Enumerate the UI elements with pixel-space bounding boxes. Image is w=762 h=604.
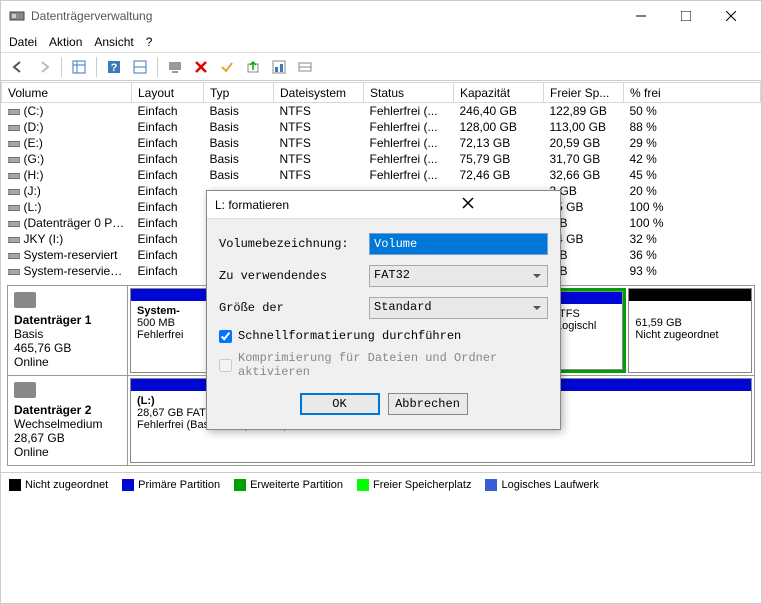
volume-label-input[interactable] [369, 233, 548, 255]
legend-free: Freier Speicherplatz [373, 479, 471, 491]
computer-icon[interactable] [164, 56, 186, 78]
filesystem-select[interactable]: FAT32 [369, 265, 548, 287]
col-header[interactable]: Layout [132, 83, 204, 103]
col-header[interactable]: Status [364, 83, 454, 103]
dialog-close-button[interactable] [384, 197, 553, 212]
forward-button[interactable] [33, 56, 55, 78]
legend-logical: Logisches Laufwerk [501, 479, 598, 491]
menu-action[interactable]: Aktion [49, 35, 82, 49]
disk-info: Datenträger 1Basis465,76 GBOnline [8, 286, 128, 375]
legend: Nicht zugeordnet Primäre Partition Erwei… [1, 472, 761, 497]
minimize-button[interactable] [618, 2, 663, 30]
delete-icon[interactable] [190, 56, 212, 78]
quick-format-label: Schnellformatierung durchführen [238, 329, 461, 343]
legend-extended: Erweiterte Partition [250, 479, 343, 491]
col-header[interactable]: Typ [204, 83, 274, 103]
volume-row[interactable]: (G:)EinfachBasisNTFSFehlerfrei (...75,79… [2, 151, 761, 167]
menubar: Datei Aktion Ansicht ? [1, 31, 761, 53]
disk-icon [14, 292, 36, 308]
back-button[interactable] [7, 56, 29, 78]
menu-file[interactable]: Datei [9, 35, 37, 49]
view-list-icon[interactable] [68, 56, 90, 78]
app-icon [9, 8, 25, 24]
col-header[interactable]: % frei [624, 83, 761, 103]
volume-row[interactable]: (C:)EinfachBasisNTFSFehlerfrei (...246,4… [2, 103, 761, 120]
col-header[interactable]: Dateisystem [274, 83, 364, 103]
action2-icon[interactable] [268, 56, 290, 78]
col-header[interactable]: Kapazität [454, 83, 544, 103]
alloc-label: Größe der [219, 301, 369, 315]
compress-label: Komprimierung für Dateien und Ordner akt… [238, 351, 548, 379]
volume-row[interactable]: (H:)EinfachBasisNTFSFehlerfrei (...72,46… [2, 167, 761, 183]
ok-button[interactable]: OK [300, 393, 380, 415]
toolbar: ? [1, 53, 761, 81]
check-icon[interactable] [216, 56, 238, 78]
close-button[interactable] [708, 2, 753, 30]
disk-icon [14, 382, 36, 398]
dialog-title: L: formatieren [215, 198, 384, 212]
volume-row[interactable]: (D:)EinfachBasisNTFSFehlerfrei (...128,0… [2, 119, 761, 135]
action1-icon[interactable] [242, 56, 264, 78]
window-title: Datenträgerverwaltung [31, 9, 618, 23]
help-icon[interactable]: ? [103, 56, 125, 78]
filesystem-label: Zu verwendendes [219, 269, 369, 283]
action3-icon[interactable] [294, 56, 316, 78]
disk-info: Datenträger 2Wechselmedium28,67 GBOnline [8, 376, 128, 465]
compress-checkbox [219, 359, 232, 372]
format-dialog: L: formatieren Volumebezeichnung: Zu ver… [206, 190, 561, 430]
legend-primary: Primäre Partition [138, 479, 220, 491]
menu-view[interactable]: Ansicht [94, 35, 133, 49]
volume-label-label: Volumebezeichnung: [219, 237, 369, 251]
quick-format-checkbox[interactable] [219, 330, 232, 343]
volume-row[interactable]: (E:)EinfachBasisNTFSFehlerfrei (...72,13… [2, 135, 761, 151]
legend-unalloc: Nicht zugeordnet [25, 479, 108, 491]
alloc-select[interactable]: Standard [369, 297, 548, 319]
col-header[interactable]: Volume [2, 83, 132, 103]
col-header[interactable]: Freier Sp... [544, 83, 624, 103]
cancel-button[interactable]: Abbrechen [388, 393, 468, 415]
menu-help[interactable]: ? [146, 35, 153, 49]
svg-text:?: ? [111, 62, 118, 74]
partition[interactable]: 61,59 GBNicht zugeordnet [628, 288, 752, 373]
settings-icon[interactable] [129, 56, 151, 78]
titlebar: Datenträgerverwaltung [1, 1, 761, 31]
maximize-button[interactable] [663, 2, 708, 30]
